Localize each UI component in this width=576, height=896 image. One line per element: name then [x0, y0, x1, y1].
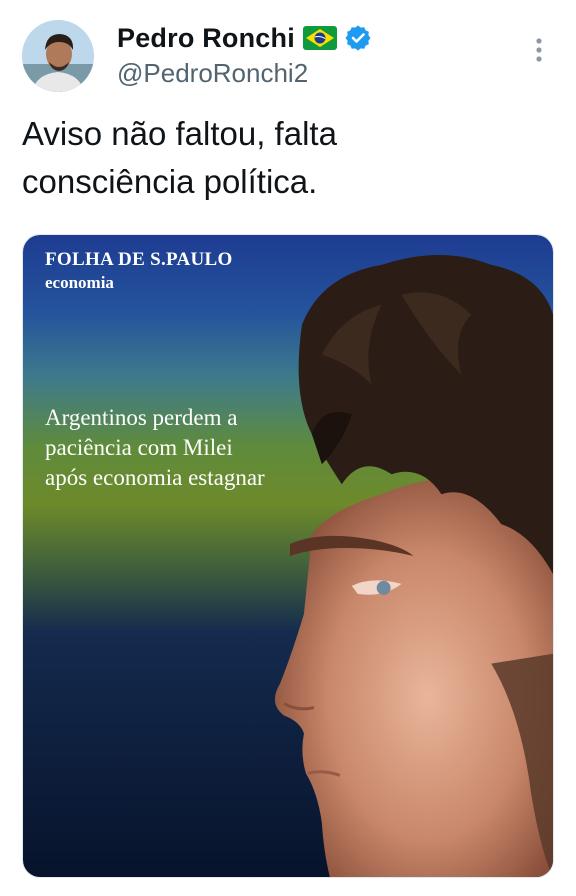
avatar-image: [22, 20, 94, 92]
brazil-flag-icon: [302, 26, 337, 50]
media-image[interactable]: FOLHA DE S.PAULO economia Argentinos per…: [22, 234, 554, 878]
tweet-card: Pedro Ronchi @PedroRonchi2 Aviso não fal…: [0, 0, 576, 896]
outlet-section: economia: [45, 273, 114, 292]
author-display-name[interactable]: Pedro Ronchi: [117, 23, 295, 54]
media-photo: [23, 235, 553, 877]
more-vertical-icon[interactable]: [528, 36, 550, 64]
media-headline: Argentinos perdem a paciência com Milei …: [45, 405, 265, 490]
tweet-text: Aviso não faltou, falta consciência polí…: [22, 115, 337, 200]
author-name-row: Pedro Ronchi: [117, 20, 371, 56]
avatar[interactable]: [22, 20, 94, 92]
author-handle[interactable]: @PedroRonchi2: [117, 58, 308, 89]
outlet-logo: FOLHA DE S.PAULO: [45, 249, 233, 270]
verified-badge-icon: [345, 25, 371, 51]
